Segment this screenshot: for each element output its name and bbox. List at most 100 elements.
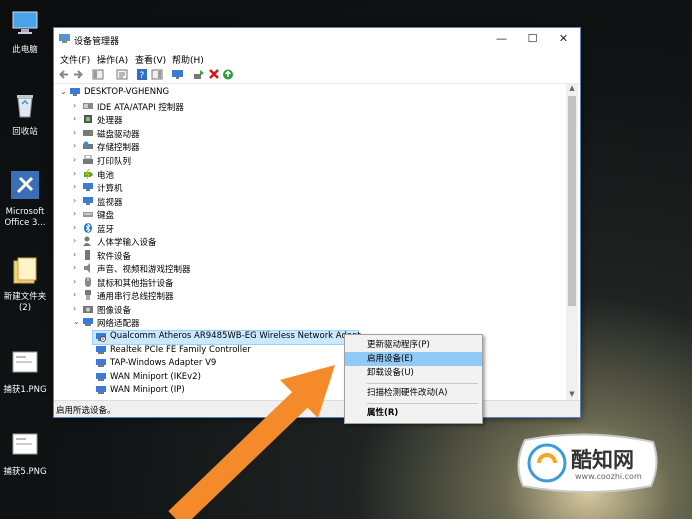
minimize-button[interactable]: — (486, 28, 517, 50)
device-row[interactable]: WAN Miniport (IP) (54, 384, 354, 397)
tree-category[interactable]: › 计算机 (54, 181, 354, 194)
menu-item-scan-hardware[interactable]: 扫描检测硬件改动(A) (345, 386, 482, 400)
device-row[interactable]: WAN Miniport (IKEv2) (54, 371, 354, 384)
title-bar[interactable]: 设备管理器 — ☐ ✕ (54, 28, 580, 50)
watermark-url: www.coozhi.com (575, 472, 642, 481)
menu-item-update-driver[interactable]: 更新驱动程序(P) (345, 338, 482, 352)
menu-view[interactable]: 查看(V) (135, 53, 166, 66)
scroll-up-icon[interactable]: ▲ (566, 84, 578, 94)
device-row[interactable]: Realtek PCIe FE Family Controller (54, 344, 354, 357)
device-label: TAP-Windows Adapter V9 (110, 358, 217, 368)
update-driver-icon[interactable] (193, 69, 205, 80)
expand-arrow-icon[interactable]: › (73, 169, 81, 178)
close-button[interactable]: ✕ (548, 28, 579, 50)
desktop-icon-label: 捕获1.PNG (3, 385, 47, 395)
tree-category[interactable]: › 处理器 (54, 113, 354, 126)
collapse-arrow-icon[interactable]: ⌄ (73, 317, 81, 326)
tree-category[interactable]: › 键盘 (54, 208, 354, 221)
action-pane-icon[interactable] (151, 69, 163, 80)
bluetooth-icon (84, 223, 92, 233)
tree-category-label: 电池 (97, 171, 115, 181)
scan-hardware-icon[interactable] (172, 69, 184, 80)
expand-arrow-icon[interactable]: › (73, 290, 81, 299)
storage-controller-icon (83, 141, 93, 149)
tree-category[interactable]: › 图像设备 (54, 303, 354, 316)
back-icon[interactable] (58, 69, 70, 80)
computer-icon (83, 183, 93, 191)
scroll-down-icon[interactable]: ▼ (566, 390, 578, 400)
tree-category[interactable]: › 声音、视频和游戏控制器 (54, 262, 354, 275)
image-file-icon (12, 433, 38, 455)
desktop-icon-capture5[interactable]: 捕获5.PNG (2, 430, 48, 478)
device-row[interactable]: TAP-Windows Adapter V9 (54, 357, 354, 370)
desktop-icon-this-pc[interactable]: 此电脑 (2, 8, 48, 56)
desktop-icon-capture1[interactable]: 捕获1.PNG (2, 348, 48, 396)
expand-arrow-icon[interactable]: › (73, 304, 81, 313)
menu-item-properties[interactable]: 属性(R) (345, 406, 482, 420)
tree-category-label: 蓝牙 (97, 225, 115, 235)
tree-category[interactable]: › 电池 (54, 168, 354, 181)
tree-category[interactable]: › 人体学输入设备 (54, 235, 354, 248)
tree-category[interactable]: › 打印队列 (54, 154, 354, 167)
expand-arrow-icon[interactable]: › (73, 141, 81, 150)
tree-category-label: 监视器 (97, 198, 123, 208)
menu-file[interactable]: 文件(F) (60, 53, 90, 66)
tree-category[interactable]: › 存储控制器 (54, 140, 354, 153)
tree-category[interactable]: › 鼠标和其他指针设备 (54, 276, 354, 289)
tree-category[interactable]: › 监视器 (54, 195, 354, 208)
desktop-icon-recycle-bin[interactable]: 回收站 (2, 90, 48, 138)
expand-arrow-icon[interactable]: › (73, 263, 81, 272)
tree-category[interactable]: › IDE ATA/ATAPI 控制器 (54, 100, 354, 113)
desktop-icon-label: (2) (18, 303, 32, 313)
expand-arrow-icon[interactable]: › (73, 209, 81, 218)
scrollbar-thumb[interactable] (568, 96, 576, 306)
uninstall-device-icon[interactable] (208, 69, 220, 80)
desktop-icon-office[interactable]: Microsoft Office 3... (2, 170, 48, 229)
menu-separator (367, 403, 478, 404)
menu-help[interactable]: 帮助(H) (172, 53, 204, 66)
help-icon[interactable]: ? (136, 69, 148, 80)
device-label: WAN Miniport (IP) (110, 385, 185, 395)
collapse-arrow-icon[interactable]: ⌄ (60, 87, 68, 96)
expand-arrow-icon[interactable]: › (73, 182, 81, 191)
selected-device-row[interactable]: Qualcomm Atheros AR9485WB-EG Wireless Ne… (92, 330, 361, 345)
tree-category[interactable]: › 蓝牙 (54, 222, 354, 235)
tree-category[interactable]: › 软件设备 (54, 249, 354, 262)
device-label: Qualcomm Atheros AR9485WB-EG Wireless Ne… (110, 331, 361, 341)
tree-category[interactable]: › 磁盘驱动器 (54, 127, 354, 140)
expand-arrow-icon[interactable]: › (73, 277, 81, 286)
properties-icon[interactable] (116, 69, 128, 80)
camera-icon (83, 306, 93, 313)
expand-arrow-icon[interactable]: › (73, 196, 81, 205)
menu-item-uninstall-device[interactable]: 卸载设备(U) (345, 366, 482, 380)
device-label: WAN Miniport (IKEv2) (110, 372, 201, 382)
desktop-icon-label: 捕获5.PNG (3, 467, 47, 477)
battery-icon (84, 169, 93, 179)
expand-arrow-icon[interactable]: › (73, 114, 81, 123)
tree-category-label: 鼠标和其他指针设备 (97, 279, 174, 289)
expand-arrow-icon[interactable]: › (73, 128, 81, 137)
desktop-icon-label: 此电脑 (12, 45, 38, 55)
enable-device-icon[interactable] (222, 69, 234, 80)
network-adapter-icon (83, 318, 93, 326)
tree-category[interactable]: › 通用串行总线控制器 (54, 289, 354, 302)
maximize-button[interactable]: ☐ (517, 28, 548, 50)
recycle-bin-icon (17, 95, 33, 118)
expand-arrow-icon[interactable]: › (73, 223, 81, 232)
vertical-scrollbar[interactable]: ▲ ▼ (566, 84, 578, 400)
tree-category-network[interactable]: ⌄ 网络适配器 (54, 316, 354, 329)
svg-text:?: ? (140, 71, 145, 80)
keyboard-icon (83, 212, 93, 217)
menu-action[interactable]: 操作(A) (97, 53, 128, 66)
expand-arrow-icon[interactable]: › (73, 101, 81, 110)
desktop-icon-label: 新建文件夹 (3, 292, 47, 302)
tree-root[interactable]: ⌄ DESKTOP-VGHENNG (54, 86, 354, 99)
show-hide-tree-icon[interactable] (92, 69, 104, 80)
menu-item-label: 启用设备(E) (367, 354, 414, 364)
menu-item-enable-device[interactable]: 启用设备(E) (345, 352, 482, 366)
expand-arrow-icon[interactable]: › (73, 155, 81, 164)
desktop-icon-new-folder[interactable]: 新建文件夹 (2) (2, 255, 48, 314)
forward-icon[interactable] (72, 69, 84, 80)
expand-arrow-icon[interactable]: › (73, 250, 81, 259)
expand-arrow-icon[interactable]: › (73, 236, 81, 245)
